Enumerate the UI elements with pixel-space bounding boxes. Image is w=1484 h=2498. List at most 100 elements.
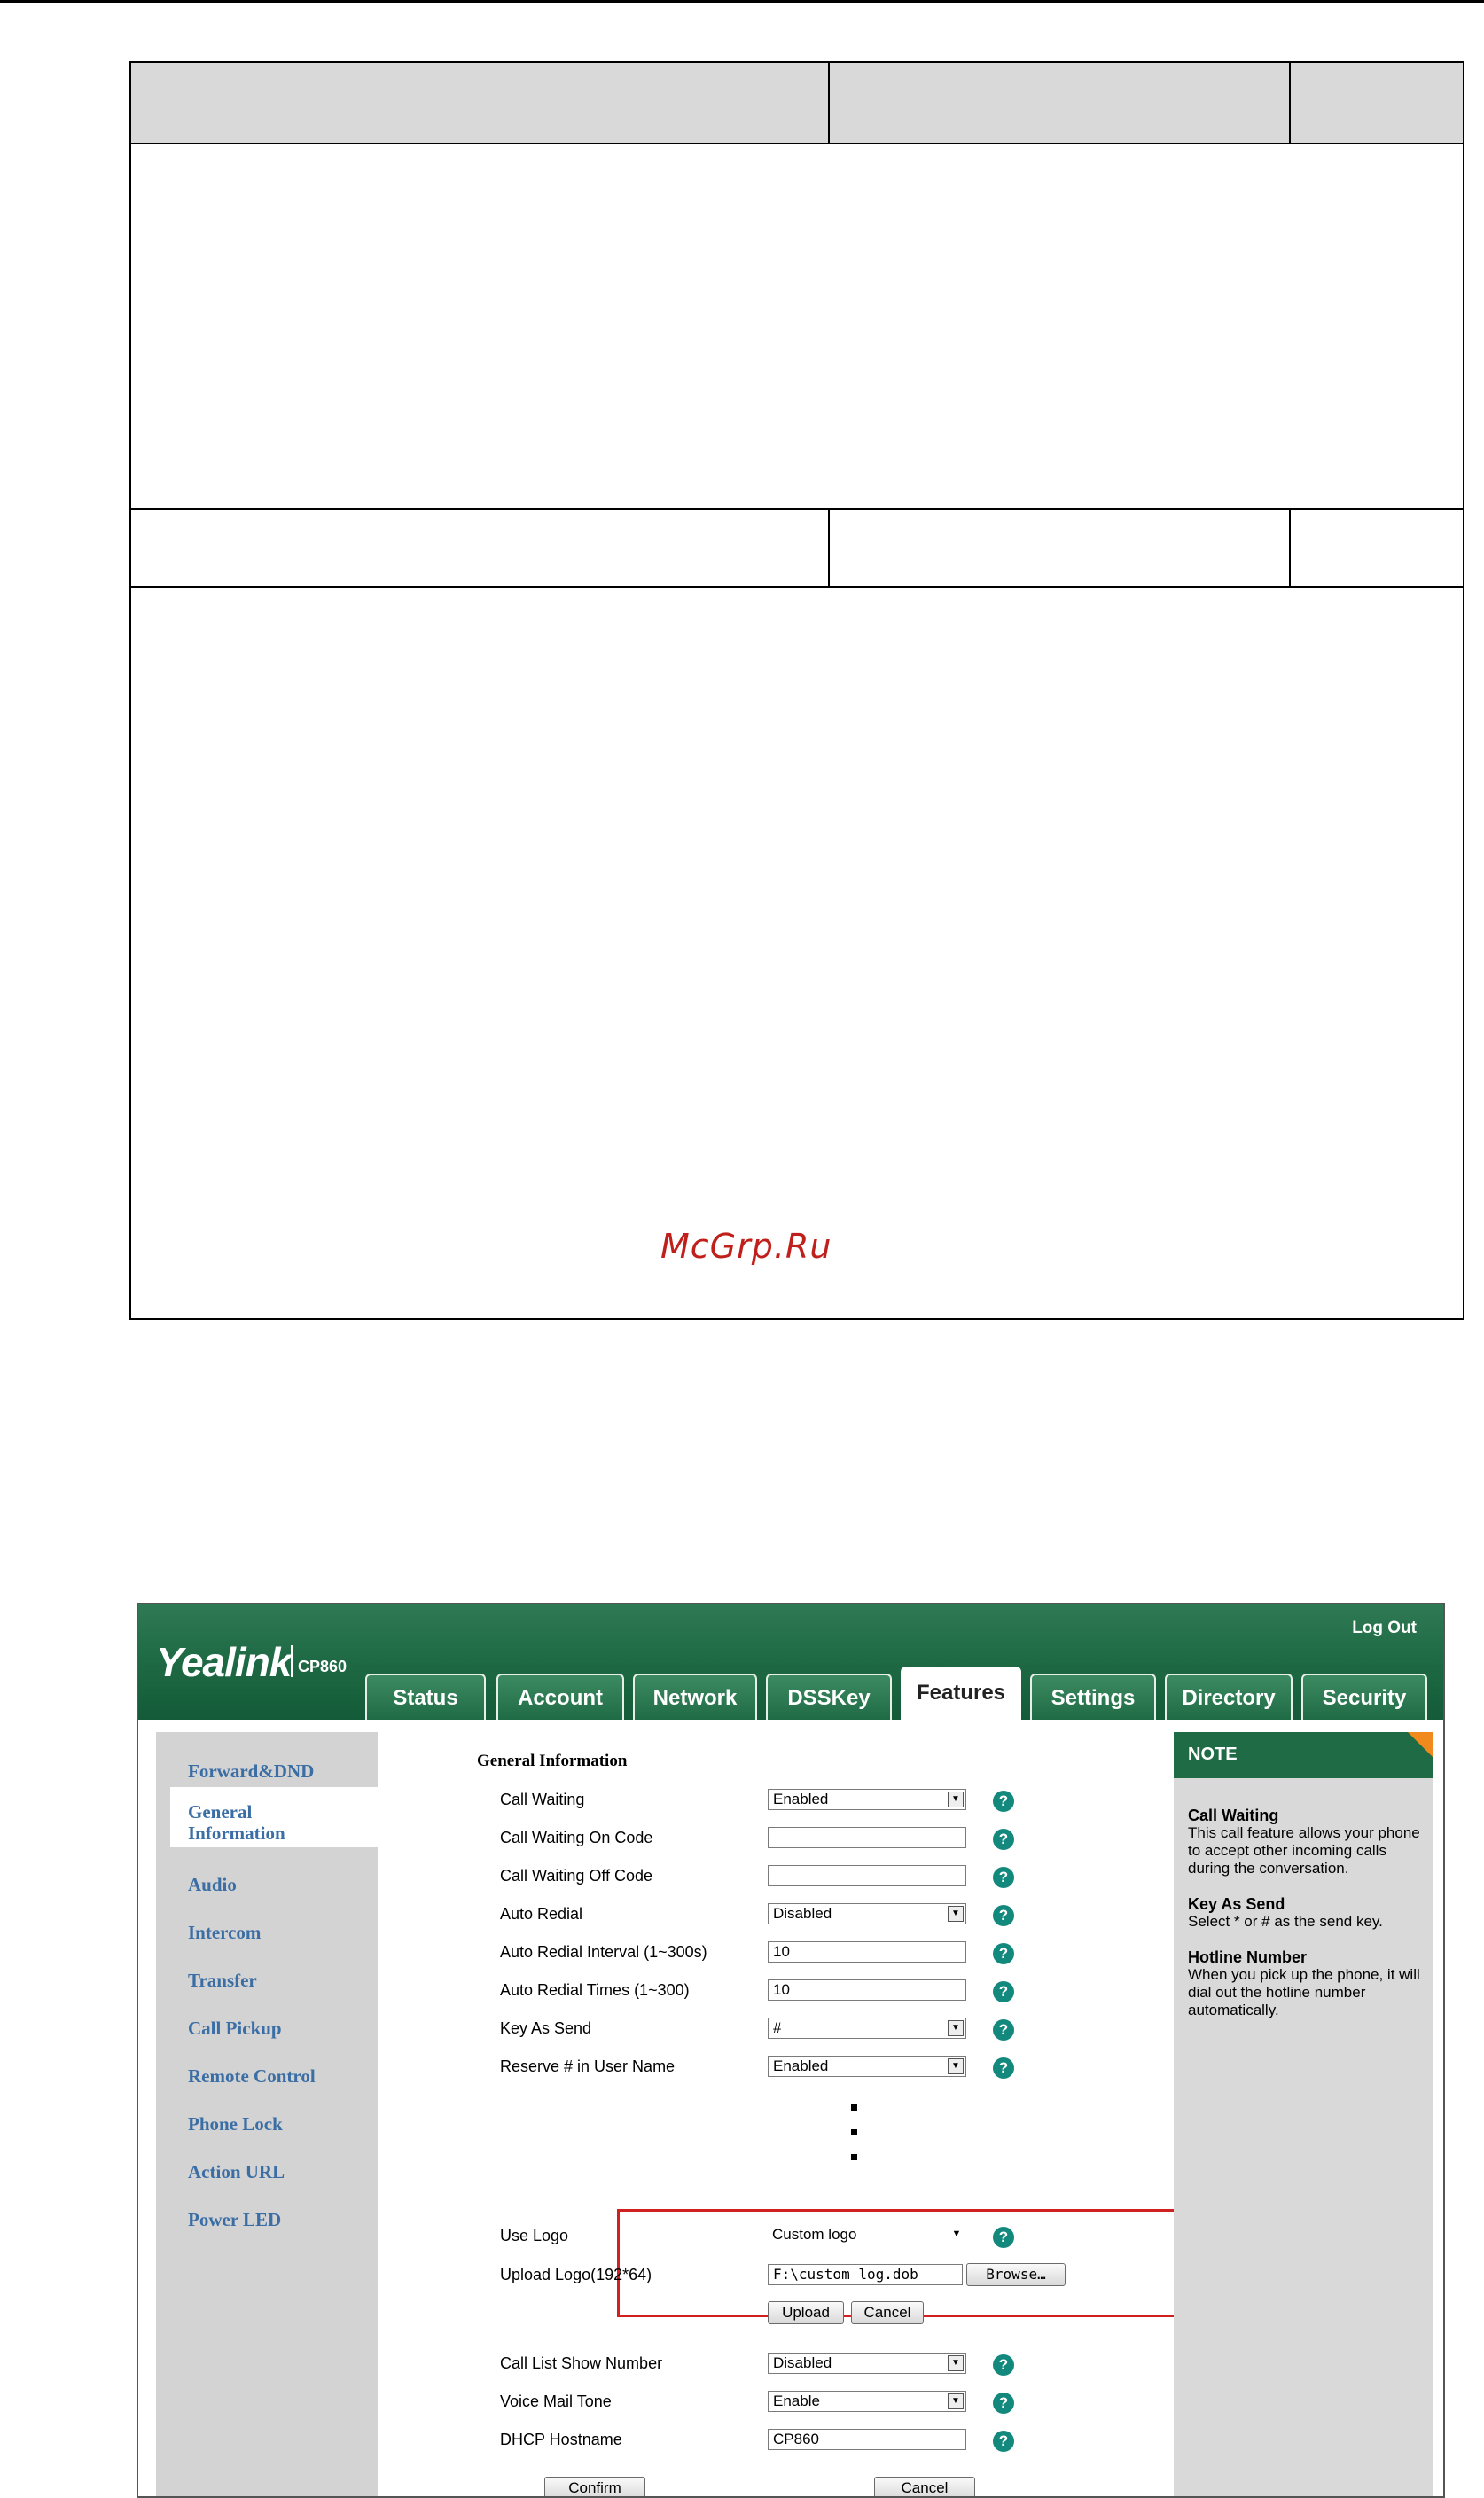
table-subheader-row — [131, 510, 1463, 588]
chevron-down-icon: ▼ — [948, 1906, 964, 1922]
note-panel: NOTE Call Waiting This call feature allo… — [1174, 1732, 1433, 2496]
chevron-down-icon: ▼ — [948, 2393, 964, 2409]
web-ui-screenshot: Yealink CP860 Log Out Status Account Net… — [137, 1603, 1445, 2498]
tab-directory[interactable]: Directory — [1165, 1674, 1293, 1720]
dhcp-hostname-input[interactable]: CP860 — [768, 2429, 966, 2450]
help-icon[interactable]: ? — [993, 2393, 1014, 2414]
voice-mail-tone-label: Voice Mail Tone — [500, 2393, 612, 2410]
key-as-send-select[interactable]: # ▼ — [768, 2018, 966, 2039]
note-title-call-waiting: Call Waiting — [1188, 1807, 1279, 1824]
help-icon[interactable]: ? — [993, 1943, 1014, 1964]
ellipsis-dot — [851, 2129, 857, 2135]
tab-features[interactable]: Features — [901, 1667, 1021, 1720]
auto-redial-label: Auto Redial — [500, 1905, 583, 1923]
help-icon[interactable]: ? — [993, 1905, 1014, 1926]
table-header-row — [131, 63, 1463, 144]
table-body-cell — [131, 588, 1463, 1318]
sidebar-item-intercom[interactable]: Intercom — [188, 1922, 261, 1944]
chevron-down-icon: ▼ — [948, 2355, 964, 2371]
call-waiting-on-code-label: Call Waiting On Code — [500, 1829, 653, 1846]
help-icon[interactable]: ? — [993, 2227, 1014, 2248]
logo-separator — [291, 1645, 293, 1677]
help-icon[interactable]: ? — [993, 2057, 1014, 2079]
sidebar-item-power-led[interactable]: Power LED — [188, 2209, 281, 2231]
upload-logo-path-input[interactable]: F:\custom log.dob — [768, 2264, 963, 2285]
sidebar-item-action-url[interactable]: Action URL — [188, 2161, 285, 2183]
help-icon[interactable]: ? — [993, 1791, 1014, 1812]
section-title: General Information — [477, 1752, 628, 1770]
tab-account[interactable]: Account — [496, 1674, 624, 1720]
sidebar-item-phone-lock[interactable]: Phone Lock — [188, 2113, 283, 2135]
note-text-hotline-number: When you pick up the phone, it will dial… — [1188, 1966, 1420, 2018]
voice-mail-tone-select[interactable]: Enable ▼ — [768, 2391, 966, 2412]
chevron-down-icon: ▼ — [951, 2229, 962, 2239]
brand-logo: Yealink — [156, 1639, 292, 1685]
confirm-button[interactable]: Confirm — [544, 2477, 645, 2496]
sidebar-item-call-pickup[interactable]: Call Pickup — [188, 2018, 282, 2040]
note-title-hotline-number: Hotline Number — [1188, 1948, 1308, 1966]
chevron-down-icon: ▼ — [948, 2058, 964, 2074]
tab-dsskey[interactable]: DSSKey — [766, 1674, 892, 1720]
call-list-show-number-select[interactable]: Disabled ▼ — [768, 2353, 966, 2374]
note-title-key-as-send: Key As Send — [1188, 1895, 1285, 1913]
column-divider — [828, 510, 830, 586]
sidebar-item-forward-dnd[interactable]: Forward&DND — [188, 1760, 314, 1783]
note-header: NOTE — [1174, 1732, 1433, 1778]
help-icon[interactable]: ? — [993, 1981, 1014, 2002]
watermark: McGrp.Ru — [660, 1227, 832, 1266]
auto-redial-times-input[interactable]: 10 — [768, 1979, 966, 2001]
header-bar: Yealink CP860 Log Out Status Account Net… — [138, 1604, 1443, 1720]
cancel-upload-button[interactable]: Cancel — [851, 2301, 924, 2324]
column-divider — [828, 63, 830, 143]
help-icon[interactable]: ? — [993, 1829, 1014, 1850]
upload-button[interactable]: Upload — [768, 2301, 844, 2324]
sidebar-item-transfer[interactable]: Transfer — [188, 1970, 257, 1992]
call-waiting-on-code-input[interactable] — [768, 1827, 966, 1848]
tab-security[interactable]: Security — [1301, 1674, 1427, 1720]
sidebar-item-audio[interactable]: Audio — [188, 1874, 237, 1896]
cancel-button[interactable]: Cancel — [874, 2477, 975, 2496]
auto-redial-interval-label: Auto Redial Interval (1~300s) — [500, 1943, 707, 1961]
call-waiting-off-code-input[interactable] — [768, 1865, 966, 1886]
tab-settings[interactable]: Settings — [1030, 1674, 1156, 1720]
auto-redial-times-label: Auto Redial Times (1~300) — [500, 1981, 690, 1999]
chevron-down-icon: ▼ — [948, 2020, 964, 2036]
help-icon[interactable]: ? — [993, 1867, 1014, 1888]
logout-link[interactable]: Log Out — [1352, 1619, 1417, 1638]
settings-panel: General Information Call Waiting Enabled… — [378, 1720, 1246, 2496]
column-divider — [1289, 63, 1291, 143]
top-rule — [0, 0, 1484, 3]
ellipsis-dot — [851, 2104, 857, 2111]
key-as-send-label: Key As Send — [500, 2019, 592, 2037]
sidebar-item-remote-control[interactable]: Remote Control — [188, 2065, 316, 2088]
document-table — [129, 61, 1464, 1320]
auto-redial-interval-input[interactable]: 10 — [768, 1941, 966, 1963]
note-header-label: NOTE — [1188, 1745, 1238, 1764]
tab-status[interactable]: Status — [365, 1674, 486, 1720]
auto-redial-select[interactable]: Disabled ▼ — [768, 1903, 966, 1924]
call-waiting-select[interactable]: Enabled ▼ — [768, 1789, 966, 1810]
ellipsis-dot — [851, 2154, 857, 2160]
help-icon[interactable]: ? — [993, 2019, 1014, 2041]
reserve-hash-select[interactable]: Enabled ▼ — [768, 2056, 966, 2077]
use-logo-select[interactable]: Custom logo ▼ — [768, 2225, 966, 2246]
model-label: CP860 — [298, 1658, 348, 1675]
table-body-cell — [131, 144, 1463, 510]
tab-network[interactable]: Network — [633, 1674, 757, 1720]
note-text-key-as-send: Select * or # as the send key. — [1188, 1913, 1383, 1930]
sidebar-item-general-information[interactable]: General Information — [188, 1801, 321, 1844]
sidebar: Forward&DND General Information Audio In… — [156, 1732, 378, 2496]
note-corner-icon — [1408, 1732, 1433, 1757]
use-logo-label: Use Logo — [500, 2227, 569, 2244]
call-list-show-number-label: Call List Show Number — [500, 2354, 663, 2372]
help-icon[interactable]: ? — [993, 2354, 1014, 2376]
call-waiting-label: Call Waiting — [500, 1791, 585, 1808]
column-divider — [1289, 510, 1291, 586]
help-icon[interactable]: ? — [993, 2431, 1014, 2452]
upload-logo-label: Upload Logo(192*64) — [500, 2266, 652, 2283]
note-text-call-waiting: This call feature allows your phone to a… — [1188, 1824, 1420, 1877]
call-waiting-off-code-label: Call Waiting Off Code — [500, 1867, 653, 1885]
reserve-hash-label: Reserve # in User Name — [500, 2057, 676, 2075]
dhcp-hostname-label: DHCP Hostname — [500, 2431, 622, 2448]
browse-button[interactable]: Browse… — [966, 2263, 1066, 2286]
